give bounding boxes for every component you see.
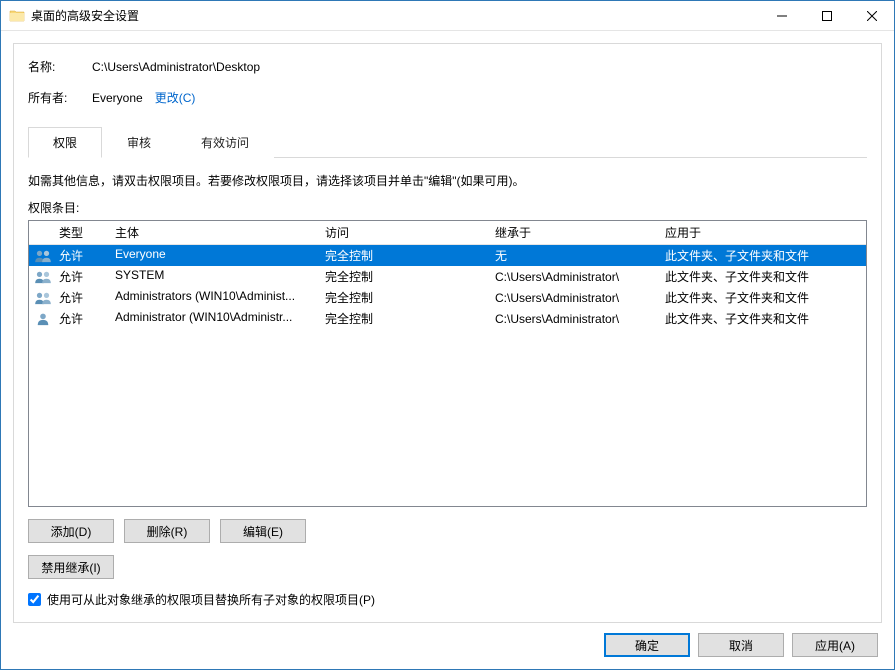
remove-button[interactable]: 删除(R) [124, 519, 210, 543]
cell-applies: 此文件夹、子文件夹和文件 [663, 289, 866, 306]
add-button[interactable]: 添加(D) [28, 519, 114, 543]
name-value: C:\Users\Administrator\Desktop [92, 60, 260, 74]
tab-permissions[interactable]: 权限 [28, 127, 102, 158]
close-button[interactable] [849, 1, 894, 30]
edit-button[interactable]: 编辑(E) [220, 519, 306, 543]
replace-children-checkbox[interactable] [28, 593, 41, 606]
cell-principal: Administrators (WIN10\Administ... [113, 289, 323, 306]
apply-button[interactable]: 应用(A) [792, 633, 878, 657]
cell-inherited: 无 [493, 247, 663, 264]
owner-label: 所有者: [28, 89, 92, 106]
list-buttons: 添加(D) 删除(R) 编辑(E) [28, 519, 867, 543]
replace-children-label[interactable]: 使用可从此对象继承的权限项目替换所有子对象的权限项目(P) [47, 591, 375, 608]
col-type[interactable]: 类型 [57, 224, 113, 241]
permissions-list[interactable]: 类型 主体 访问 继承于 应用于 允许Everyone完全控制无此文件夹、子文件… [28, 220, 867, 507]
dialog-buttons: 确定 取消 应用(A) [13, 623, 882, 657]
table-row[interactable]: 允许SYSTEM完全控制C:\Users\Administrator\此文件夹、… [29, 266, 866, 287]
tab-bar: 权限 审核 有效访问 [28, 126, 867, 158]
cell-applies: 此文件夹、子文件夹和文件 [663, 310, 866, 327]
list-header: 类型 主体 访问 继承于 应用于 [29, 221, 866, 245]
cell-principal: SYSTEM [113, 268, 323, 285]
cancel-button[interactable]: 取消 [698, 633, 784, 657]
cell-inherited: C:\Users\Administrator\ [493, 270, 663, 284]
col-principal[interactable]: 主体 [113, 224, 323, 241]
window-title: 桌面的高级安全设置 [31, 7, 759, 24]
cell-type: 允许 [57, 268, 113, 285]
cell-principal: Administrator (WIN10\Administr... [113, 310, 323, 327]
change-owner-link[interactable]: 更改(C) [155, 89, 196, 106]
maximize-button[interactable] [804, 1, 849, 30]
ok-button[interactable]: 确定 [604, 633, 690, 657]
entries-label: 权限条目: [28, 199, 867, 216]
users-icon [29, 270, 57, 284]
cell-applies: 此文件夹、子文件夹和文件 [663, 247, 866, 264]
replace-children-row: 使用可从此对象继承的权限项目替换所有子对象的权限项目(P) [28, 591, 867, 608]
cell-access: 完全控制 [323, 289, 493, 306]
window-controls [759, 1, 894, 30]
content-area: 名称: C:\Users\Administrator\Desktop 所有者: … [1, 31, 894, 669]
inherit-buttons: 禁用继承(I) [28, 555, 867, 579]
cell-access: 完全控制 [323, 310, 493, 327]
titlebar: 桌面的高级安全设置 [1, 1, 894, 31]
main-panel: 名称: C:\Users\Administrator\Desktop 所有者: … [13, 43, 882, 623]
users-icon [29, 249, 57, 263]
user-icon [29, 312, 57, 326]
cell-access: 完全控制 [323, 268, 493, 285]
table-row[interactable]: 允许Administrator (WIN10\Administr...完全控制C… [29, 308, 866, 329]
folder-icon [9, 8, 25, 24]
cell-inherited: C:\Users\Administrator\ [493, 312, 663, 326]
cell-inherited: C:\Users\Administrator\ [493, 291, 663, 305]
instruction-text: 如需其他信息，请双击权限项目。若要修改权限项目，请选择该项目并单击"编辑"(如果… [28, 172, 867, 189]
disable-inherit-button[interactable]: 禁用继承(I) [28, 555, 114, 579]
owner-value: Everyone [92, 91, 143, 105]
owner-row: 所有者: Everyone 更改(C) [28, 89, 867, 106]
cell-type: 允许 [57, 289, 113, 306]
tab-auditing[interactable]: 审核 [102, 127, 176, 158]
cell-access: 完全控制 [323, 247, 493, 264]
list-body: 允许Everyone完全控制无此文件夹、子文件夹和文件允许SYSTEM完全控制C… [29, 245, 866, 329]
name-label: 名称: [28, 58, 92, 75]
table-row[interactable]: 允许Everyone完全控制无此文件夹、子文件夹和文件 [29, 245, 866, 266]
cell-principal: Everyone [113, 247, 323, 264]
cell-applies: 此文件夹、子文件夹和文件 [663, 268, 866, 285]
users-icon [29, 291, 57, 305]
col-inherited[interactable]: 继承于 [493, 224, 663, 241]
cell-type: 允许 [57, 247, 113, 264]
cell-type: 允许 [57, 310, 113, 327]
tab-effective-access[interactable]: 有效访问 [176, 127, 274, 158]
table-row[interactable]: 允许Administrators (WIN10\Administ...完全控制C… [29, 287, 866, 308]
col-access[interactable]: 访问 [323, 224, 493, 241]
col-applies[interactable]: 应用于 [663, 224, 866, 241]
minimize-button[interactable] [759, 1, 804, 30]
name-row: 名称: C:\Users\Administrator\Desktop [28, 58, 867, 75]
